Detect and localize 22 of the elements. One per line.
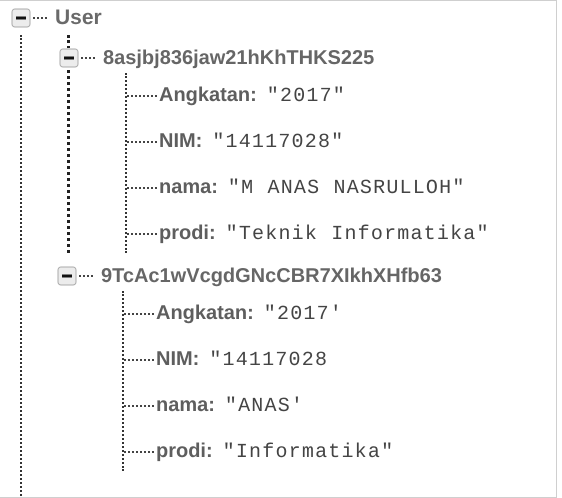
collapse-toggle-icon[interactable] (57, 266, 77, 286)
field-name: nama: (156, 394, 215, 417)
node-key[interactable]: User (55, 6, 102, 30)
field-name: prodi: (159, 222, 216, 245)
collapse-toggle-icon[interactable] (59, 48, 79, 68)
field-name: NIM: (159, 130, 202, 153)
field-name: Angkatan: (156, 302, 254, 325)
field-value: "M ANAS NASRULLOH" (228, 177, 466, 200)
field-value: "Teknik Informatika" (226, 223, 490, 246)
field-name: prodi: (156, 440, 213, 463)
collapse-toggle-icon[interactable] (11, 8, 31, 28)
field-value: "2017' (264, 303, 344, 326)
field-value: "14117028 (209, 349, 328, 372)
field-name: NIM: (156, 348, 200, 371)
field-value: "14117028" (212, 131, 344, 154)
field-name: Angkatan: (159, 84, 257, 107)
node-key[interactable]: 9TcAc1wVcgdGNcCBR7XIkhXHfb63 (101, 264, 442, 288)
field-value: "Informatika" (222, 441, 394, 464)
node-key[interactable]: 8asjbj836jaw21hKhTHKS225 (103, 46, 374, 70)
field-name: nama: (159, 176, 218, 199)
field-value: "2017" (266, 85, 346, 108)
field-value: "ANAS' (224, 395, 304, 418)
